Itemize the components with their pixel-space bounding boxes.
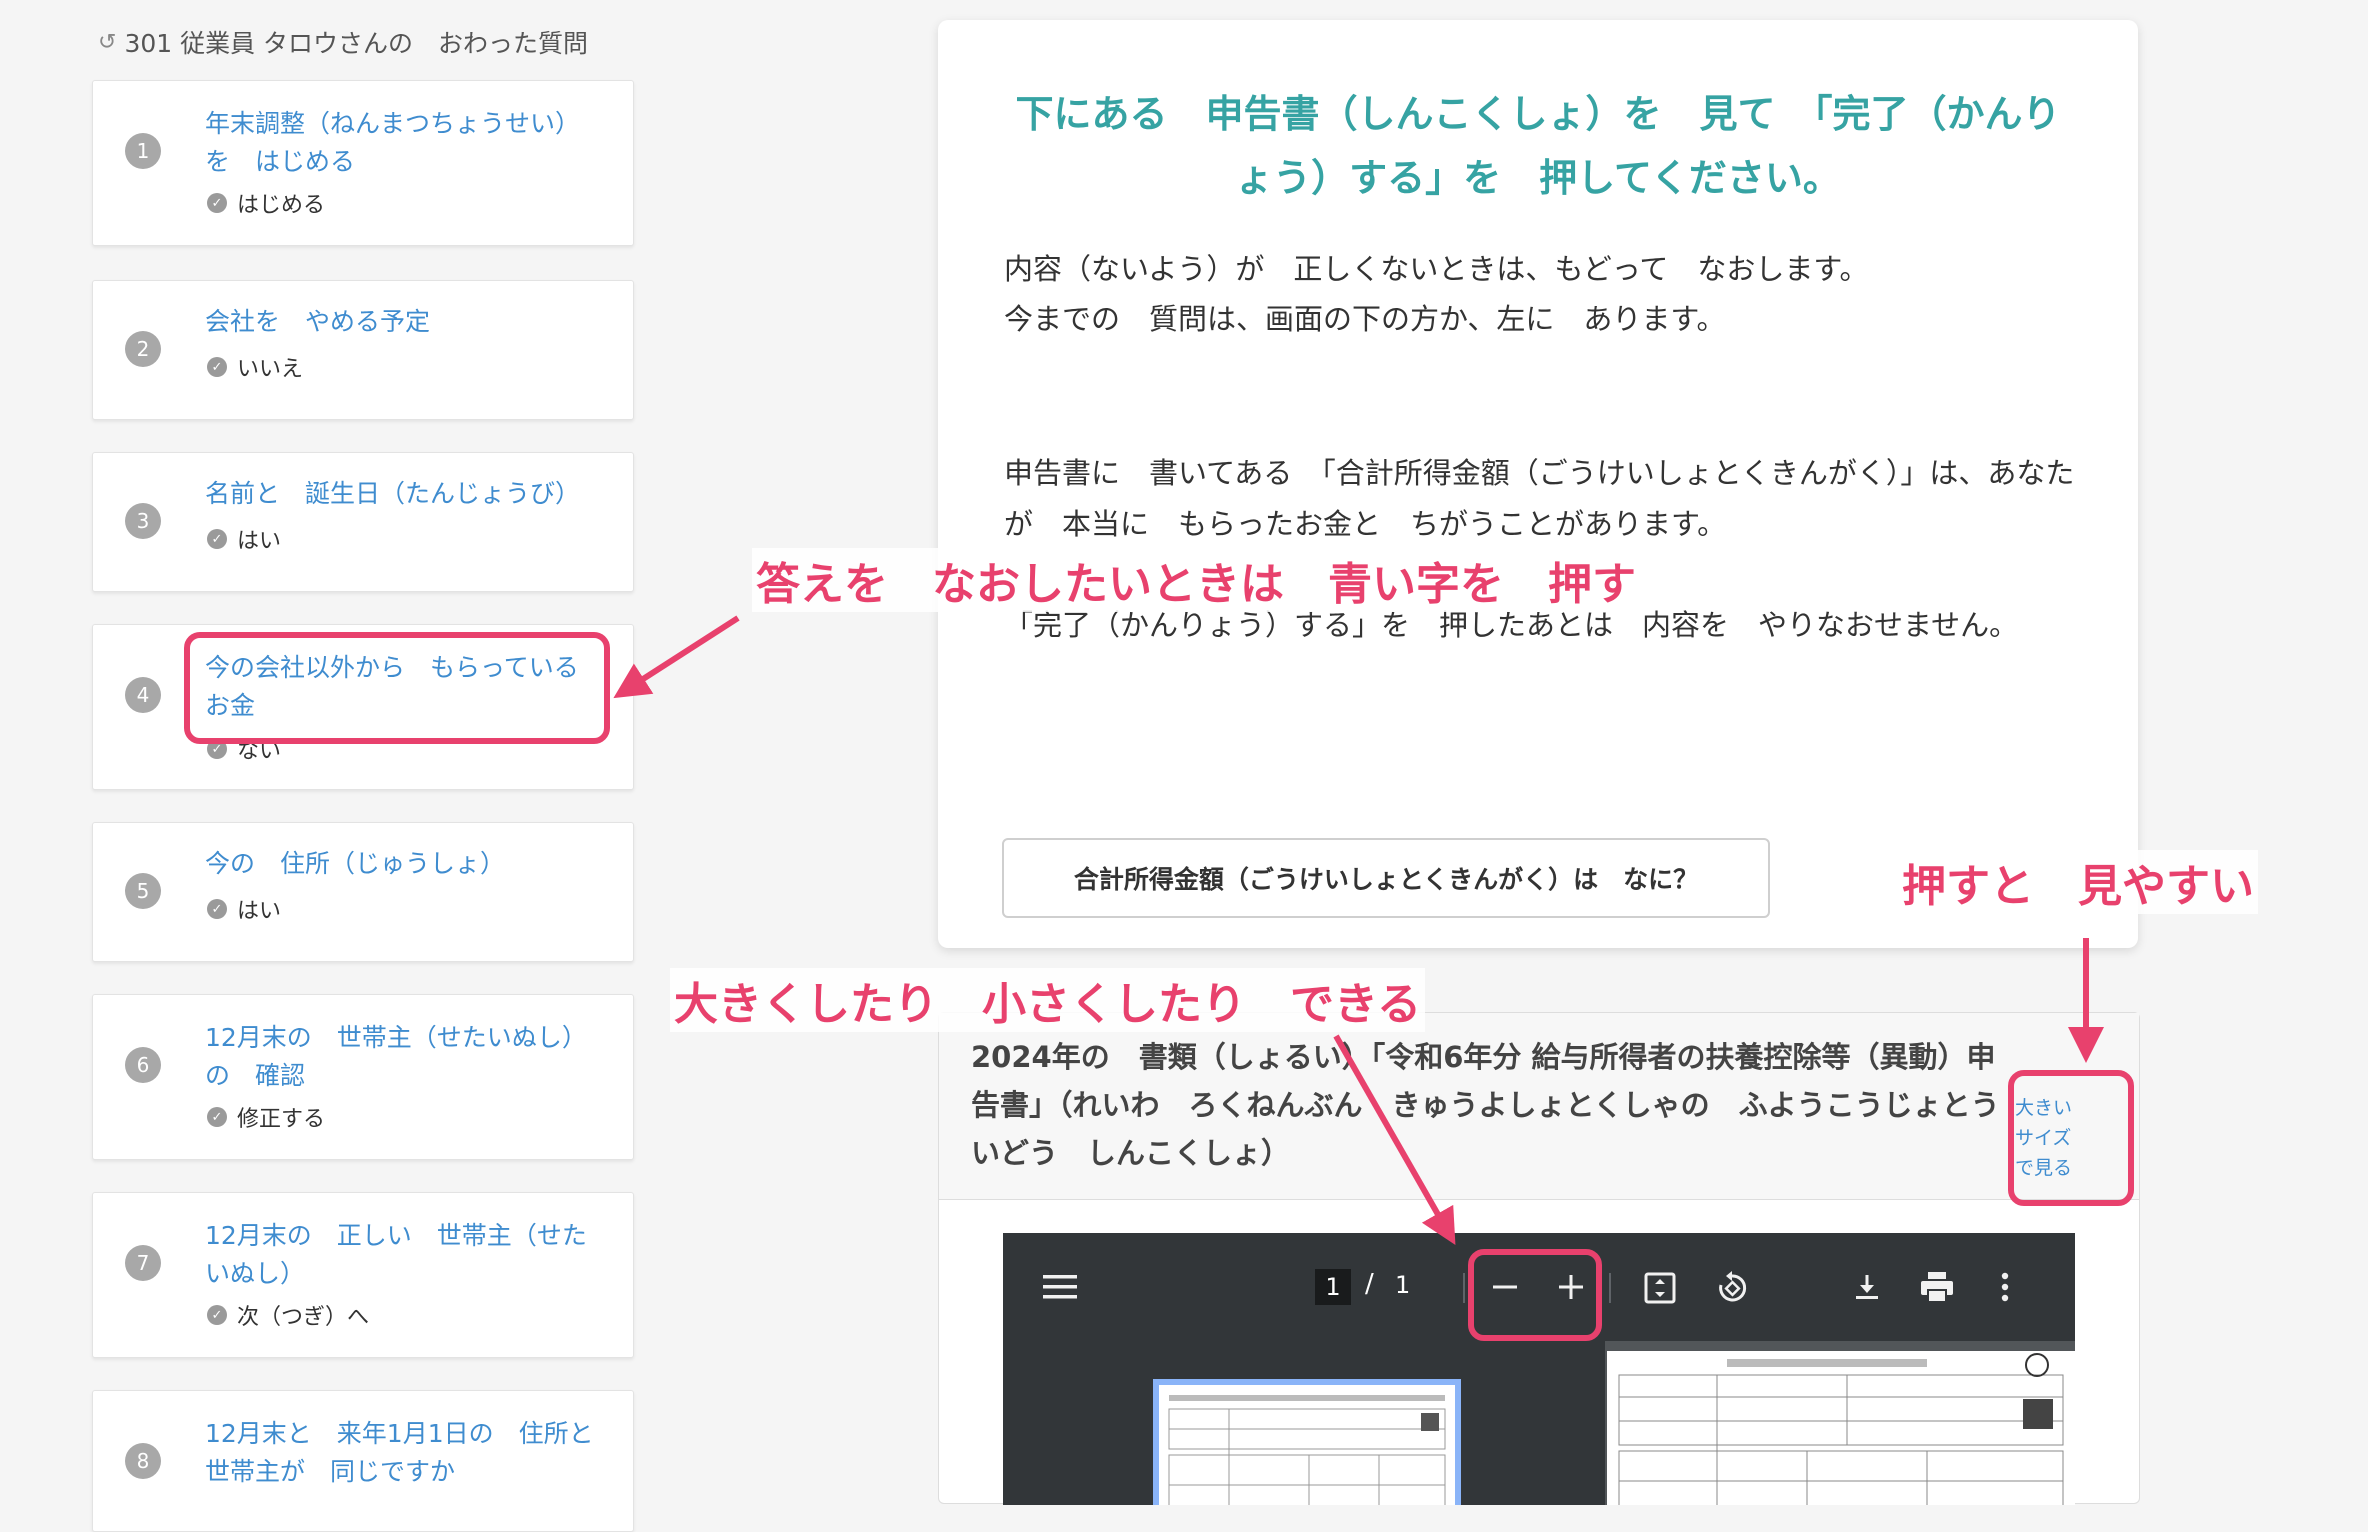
- arrow-to-question-4: [613, 615, 740, 699]
- annotation-arrows: [613, 615, 2104, 1246]
- arrow-to-zoom: [1333, 1034, 1456, 1246]
